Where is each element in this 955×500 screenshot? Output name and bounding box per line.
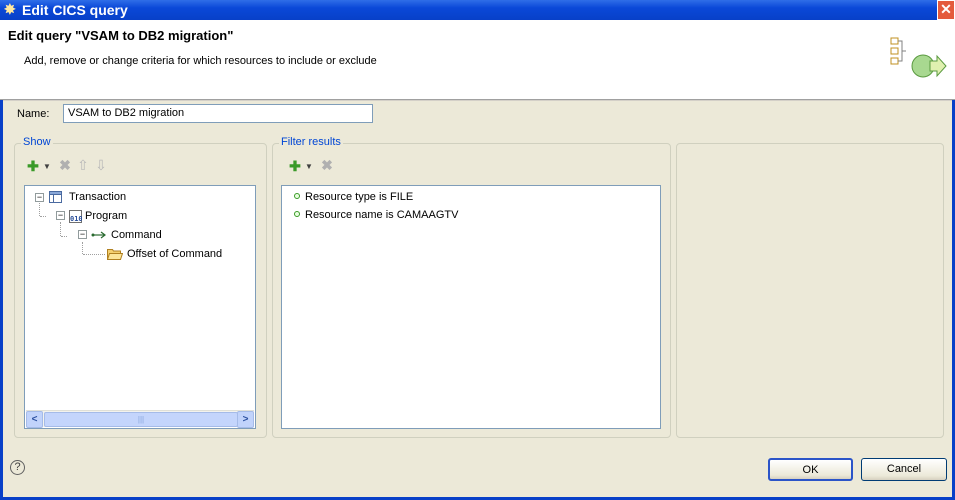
collapse-icon[interactable]: −	[35, 193, 44, 202]
add-filter-dropdown-icon[interactable]: ▼	[302, 160, 316, 174]
tree-connector	[61, 236, 67, 237]
cancel-button[interactable]: Cancel	[861, 458, 947, 481]
app-icon: ✸	[4, 1, 16, 17]
collapse-icon[interactable]: −	[56, 211, 65, 220]
header-description: Add, remove or change criteria for which…	[24, 55, 377, 67]
tree-connector	[39, 200, 40, 216]
window-title: Edit CICS query	[22, 2, 128, 18]
arrow-link-icon	[91, 231, 106, 239]
tree-item-label: Transaction	[69, 191, 127, 203]
tree-item-label: Program	[85, 210, 128, 222]
filter-item-label: Resource name is CAMAAGTV	[305, 209, 459, 221]
close-button[interactable]: ✕	[937, 0, 955, 20]
table-icon	[49, 191, 62, 203]
show-tree[interactable]: − Transaction − 010 Program − Command Of	[24, 185, 256, 429]
remove-icon[interactable]: ✖	[58, 158, 72, 172]
add-criteria-icon[interactable]: ✚	[26, 159, 40, 173]
help-icon[interactable]: ?	[10, 460, 25, 475]
horizontal-scrollbar[interactable]: < ||| >	[26, 410, 254, 428]
filter-results-label: Filter results	[279, 136, 343, 148]
tree-item-label: Command	[111, 229, 162, 241]
scroll-right-icon[interactable]: >	[237, 411, 254, 428]
ok-button[interactable]: OK	[768, 458, 853, 481]
binary-program-icon: 010	[69, 210, 82, 223]
add-dropdown-icon[interactable]: ▼	[40, 160, 54, 174]
scroll-thumb[interactable]: |||	[44, 412, 238, 427]
filter-item[interactable]: Resource name is CAMAAGTV	[294, 207, 458, 223]
tree-connector	[40, 216, 46, 217]
details-group	[676, 143, 944, 438]
filter-bullet-icon	[294, 211, 300, 217]
remove-filter-icon[interactable]: ✖	[320, 158, 334, 172]
move-down-icon[interactable]: ⇩	[94, 158, 108, 172]
add-filter-icon[interactable]: ✚	[288, 159, 302, 173]
filter-item-label: Resource type is FILE	[305, 191, 414, 203]
filter-bullet-icon	[294, 193, 300, 199]
scroll-left-icon[interactable]: <	[26, 411, 43, 428]
title-bar: ✸ Edit CICS query ✕	[0, 0, 955, 20]
query-wizard-icon	[890, 37, 947, 78]
tree-item-label: Offset of Command	[127, 248, 223, 260]
filter-item[interactable]: Resource type is FILE	[294, 189, 413, 205]
name-input[interactable]: VSAM to DB2 migration	[63, 104, 373, 123]
dialog-header: Edit query "VSAM to DB2 migration" Add, …	[0, 20, 955, 100]
folder-open-icon	[107, 249, 123, 260]
name-label: Name:	[17, 108, 50, 120]
collapse-icon[interactable]: −	[78, 230, 87, 239]
svg-text:010: 010	[70, 215, 82, 223]
show-group-label: Show	[21, 136, 53, 148]
tree-connector	[83, 254, 105, 255]
header-title: Edit query "VSAM to DB2 migration"	[8, 28, 234, 43]
filter-list[interactable]: Resource type is FILE Resource name is C…	[281, 185, 661, 429]
tree-connector	[60, 222, 61, 236]
move-up-icon[interactable]: ⇧	[76, 158, 90, 172]
tree-connector	[82, 242, 83, 254]
